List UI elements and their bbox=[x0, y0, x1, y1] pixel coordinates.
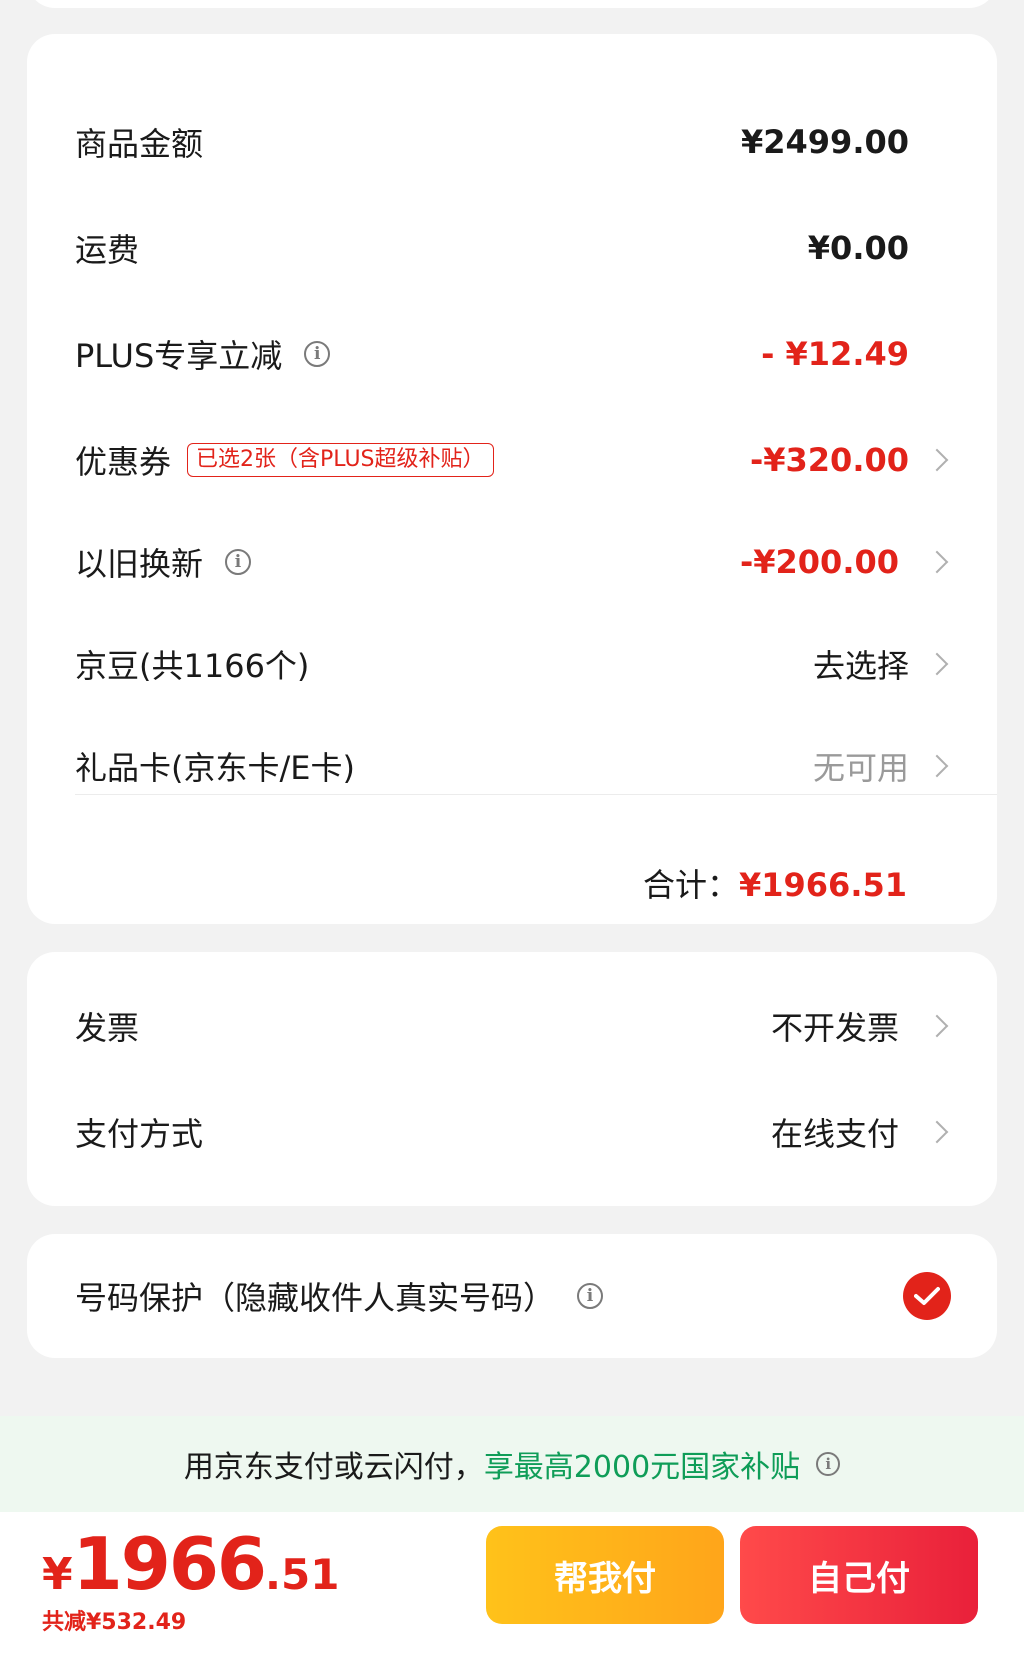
shipping-label: 运费 bbox=[75, 231, 140, 269]
subsidy-text: 用京东支付或云闪付， bbox=[183, 1450, 484, 1485]
coupon-row[interactable]: 优惠券 已选2张（含PLUS超级补贴） -¥320.00 bbox=[27, 430, 997, 490]
payment-method-value: 在线支付 bbox=[770, 1115, 899, 1153]
invoice-label: 发票 bbox=[75, 1009, 140, 1047]
check-icon bbox=[914, 1287, 940, 1305]
jd-beans-value: 去选择 bbox=[812, 647, 909, 685]
subsidy-banner[interactable]: 用京东支付或云闪付， 享最高2000元国家补贴 i bbox=[0, 1416, 1024, 1512]
help-me-pay-button[interactable]: 帮我付 bbox=[486, 1526, 724, 1624]
previous-card bbox=[27, 0, 997, 8]
chevron-right-icon bbox=[925, 652, 949, 676]
trade-in-value: -¥200.00 bbox=[739, 543, 899, 581]
info-icon[interactable]: i bbox=[577, 1283, 604, 1309]
info-icon[interactable]: i bbox=[304, 341, 331, 367]
gift-card-row[interactable]: 礼品卡(京东卡/E卡) 无可用 bbox=[27, 736, 997, 796]
chevron-right-icon bbox=[925, 448, 949, 472]
jd-beans-row[interactable]: 京豆(共1166个) 去选择 bbox=[27, 634, 997, 694]
shipping-value: ¥0.00 bbox=[807, 229, 909, 267]
total-saved: 共减¥532.49 bbox=[42, 1610, 187, 1635]
total-label: 合计： bbox=[642, 866, 739, 904]
checkout-bar: ¥1966.51 共减¥532.49 帮我付 自己付 bbox=[0, 1512, 1024, 1657]
goods-amount-row: 商品金额 ¥2499.00 bbox=[27, 112, 997, 172]
price-summary-card: 商品金额 ¥2499.00 运费 ¥0.00 PLUS专享立减 i - ¥12.… bbox=[27, 34, 997, 924]
subsidy-highlight: 享最高2000元国家补贴 bbox=[483, 1450, 801, 1485]
number-protection-checkbox[interactable] bbox=[903, 1272, 951, 1320]
pay-amount: ¥1966.51 bbox=[42, 1522, 339, 1606]
chevron-right-icon bbox=[925, 1120, 949, 1144]
plus-discount-label: PLUS专享立减 bbox=[75, 337, 283, 375]
trade-in-label: 以旧换新 bbox=[75, 545, 204, 583]
pay-amount-integer: 1966 bbox=[72, 1522, 267, 1606]
goods-amount-value: ¥2499.00 bbox=[740, 123, 909, 161]
trade-in-row[interactable]: 以旧换新 i -¥200.00 bbox=[27, 532, 997, 592]
coupon-label: 优惠券 bbox=[75, 443, 172, 481]
total-row: 合计：¥1966.51 bbox=[643, 860, 907, 906]
chevron-right-icon bbox=[925, 1014, 949, 1038]
number-protection-card: 号码保护（隐藏收件人真实号码） i bbox=[27, 1234, 997, 1358]
currency-symbol: ¥ bbox=[42, 1549, 73, 1600]
chevron-right-icon bbox=[925, 754, 949, 778]
coupon-value: -¥320.00 bbox=[749, 441, 909, 479]
number-protection-row: 号码保护（隐藏收件人真实号码） i bbox=[27, 1266, 997, 1326]
invoice-row[interactable]: 发票 不开发票 bbox=[27, 996, 997, 1056]
plus-discount-row: PLUS专享立减 i - ¥12.49 bbox=[27, 324, 997, 384]
gift-card-label: 礼品卡(京东卡/E卡) bbox=[75, 749, 355, 787]
payment-method-label: 支付方式 bbox=[75, 1115, 204, 1153]
chevron-right-icon bbox=[925, 550, 949, 574]
invoice-value: 不开发票 bbox=[770, 1009, 899, 1047]
total-value: ¥1966.51 bbox=[738, 866, 907, 904]
payment-method-row[interactable]: 支付方式 在线支付 bbox=[27, 1102, 997, 1162]
gift-card-value: 无可用 bbox=[812, 749, 909, 787]
plus-discount-value: - ¥12.49 bbox=[761, 335, 909, 373]
coupon-selected-tag: 已选2张（含PLUS超级补贴） bbox=[187, 443, 494, 477]
number-protection-label: 号码保护（隐藏收件人真实号码） bbox=[75, 1279, 556, 1317]
info-icon[interactable]: i bbox=[225, 549, 252, 575]
info-icon[interactable]: i bbox=[816, 1452, 841, 1476]
pay-myself-button[interactable]: 自己付 bbox=[740, 1526, 978, 1624]
payment-options-card: 发票 不开发票 支付方式 在线支付 bbox=[27, 952, 997, 1206]
jd-beans-label: 京豆(共1166个) bbox=[75, 647, 310, 685]
shipping-row: 运费 ¥0.00 bbox=[27, 218, 997, 278]
goods-amount-label: 商品金额 bbox=[75, 125, 204, 163]
pay-amount-decimal: .51 bbox=[265, 1550, 340, 1599]
divider bbox=[75, 794, 997, 795]
